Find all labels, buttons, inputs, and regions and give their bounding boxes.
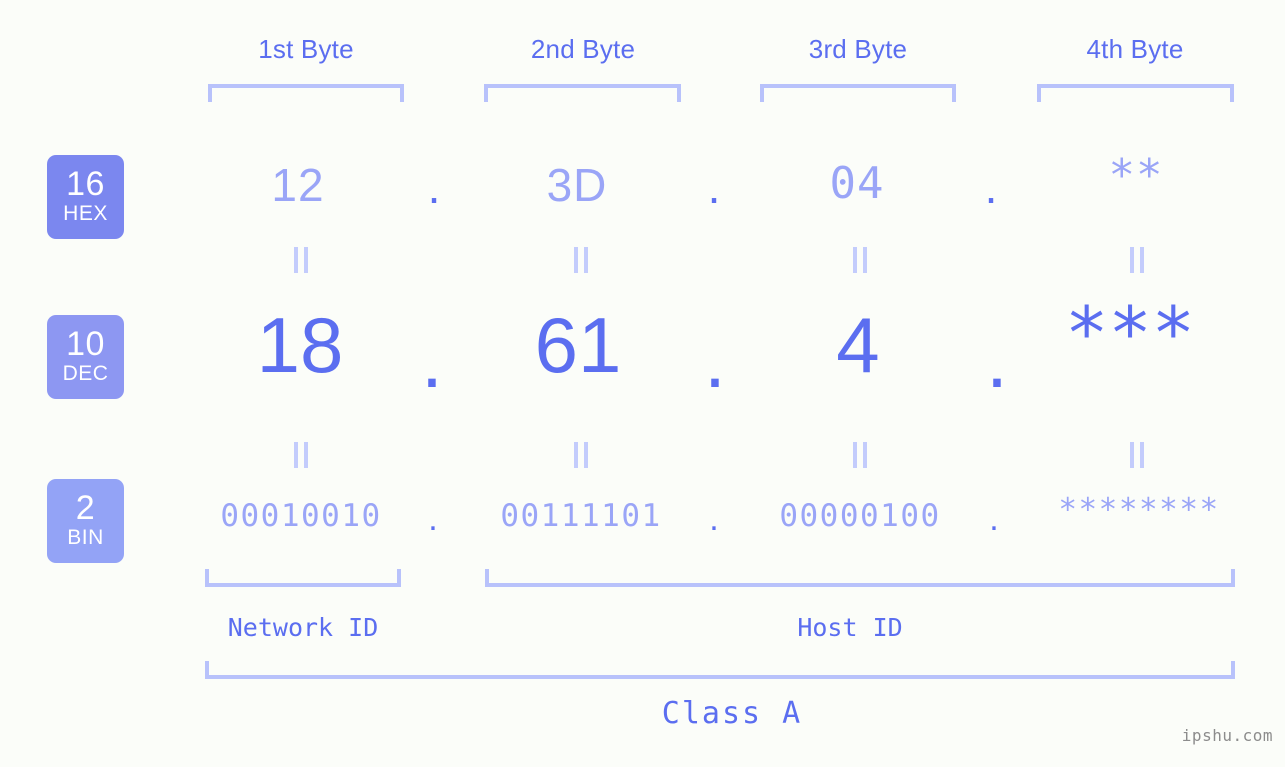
dec-separator-2: . (704, 316, 726, 404)
host-id-bracket (485, 569, 1235, 587)
base-badge-dec-label: DEC (62, 362, 109, 386)
byte-header-1st: 1st Byte (258, 34, 354, 64)
bin-separator-3: . (989, 500, 999, 538)
byte-bracket-1st (208, 84, 404, 102)
equals-mark-hex-dec-1 (286, 247, 316, 273)
byte-bracket-2nd (484, 84, 681, 102)
base-badge-dec-number: 10 (66, 324, 105, 363)
dec-byte-3: 4 (836, 301, 880, 389)
hex-separator-2: . (707, 161, 721, 213)
equals-mark-hex-dec-3 (845, 247, 875, 273)
byte-bracket-3rd (760, 84, 956, 102)
dec-separator-1: . (421, 316, 443, 404)
dec-separator-3: . (986, 316, 1008, 404)
byte-header-2nd: 2nd Byte (530, 34, 636, 64)
byte-header-3rd: 3rd Byte (808, 34, 908, 64)
base-badge-hex-number: 16 (66, 164, 105, 203)
byte-header-4th: 4th Byte (1086, 34, 1184, 64)
equals-mark-dec-bin-4 (1122, 442, 1152, 468)
watermark: ipshu.com (1181, 726, 1273, 745)
base-badge-dec[interactable]: 10 DEC (47, 315, 124, 399)
bin-byte-1: 00010010 (220, 498, 382, 534)
bin-byte-2: 00111101 (500, 498, 662, 534)
hex-separator-3: . (984, 161, 998, 213)
hex-byte-3: 04 (829, 158, 885, 209)
bin-byte-3: 00000100 (779, 498, 941, 534)
class-label: Class A (661, 696, 803, 731)
host-id-label: Host ID (797, 613, 903, 642)
network-id-bracket (205, 569, 401, 587)
dec-byte-2: 61 (534, 301, 622, 389)
base-badge-bin-number: 2 (75, 488, 96, 527)
class-bracket (205, 661, 1235, 679)
bin-separator-1: . (428, 500, 438, 538)
equals-mark-hex-dec-2 (566, 247, 596, 273)
base-badge-hex[interactable]: 16 HEX (47, 155, 124, 239)
hex-byte-1: 12 (271, 159, 325, 211)
bin-byte-4: ******** (1058, 492, 1220, 528)
hex-separator-1: . (427, 161, 441, 213)
base-badge-hex-label: HEX (63, 202, 108, 226)
equals-mark-dec-bin-2 (566, 442, 596, 468)
hex-byte-4: ** (1108, 150, 1164, 201)
byte-bracket-4th (1037, 84, 1234, 102)
hex-byte-2: 3D (546, 159, 608, 211)
bin-separator-2: . (709, 500, 719, 538)
base-badge-bin[interactable]: 2 BIN (47, 479, 124, 563)
equals-mark-dec-bin-3 (845, 442, 875, 468)
base-badge-bin-label: BIN (67, 526, 104, 550)
equals-mark-dec-bin-1 (286, 442, 316, 468)
equals-mark-hex-dec-4 (1122, 247, 1152, 273)
network-id-label: Network ID (227, 613, 379, 642)
dec-byte-1: 18 (256, 301, 344, 389)
dec-byte-4: *** (1064, 291, 1196, 375)
